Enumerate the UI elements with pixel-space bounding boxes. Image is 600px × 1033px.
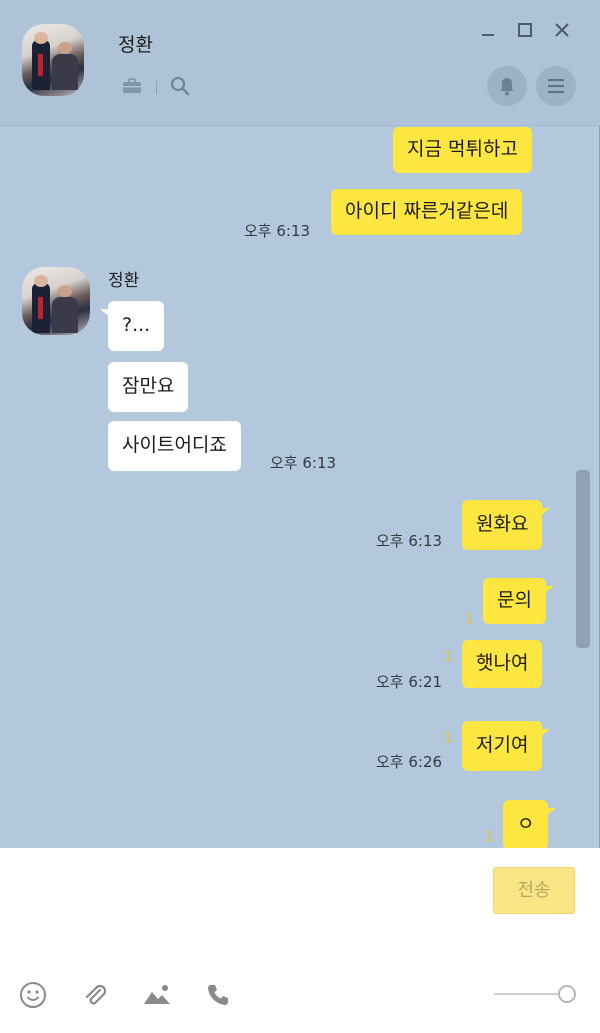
search-icon[interactable]	[168, 74, 192, 98]
their-message-bubble[interactable]: 사이트어디죠	[108, 421, 241, 471]
bell-icon[interactable]	[487, 66, 527, 106]
chat-header: 정환	[0, 0, 600, 126]
image-icon[interactable]	[142, 980, 172, 1010]
unread-count: 1	[485, 830, 494, 845]
briefcase-icon[interactable]	[120, 74, 144, 98]
unread-count: 1	[444, 650, 453, 665]
my-message-bubble[interactable]: 아이디 짜른거같은데	[331, 189, 523, 235]
contact-avatar[interactable]	[22, 24, 84, 96]
my-message-bubble[interactable]: ㅇ	[503, 800, 558, 848]
attach-icon[interactable]	[80, 980, 110, 1010]
contact-name[interactable]: 정환	[118, 30, 153, 57]
my-message-bubble[interactable]: 원화요	[462, 500, 551, 550]
header-divider	[156, 80, 157, 94]
my-message-bubble[interactable]: 지금 먹튀하고	[393, 127, 532, 173]
message-timestamp: 오후 6:13	[376, 532, 443, 550]
sender-avatar[interactable]	[22, 267, 90, 335]
message-timestamp: 오후 6:13	[270, 454, 337, 472]
message-list[interactable]: 지금 먹튀하고 아이디 짜른거같은데 오후 6:13 정환 ?... 잠만요 사…	[0, 127, 600, 848]
sender-name: 정환	[108, 271, 140, 291]
unread-count: 1	[444, 731, 453, 746]
zoom-slider-track[interactable]	[494, 993, 566, 995]
phone-icon[interactable]	[203, 980, 233, 1010]
zoom-slider-handle[interactable]	[558, 985, 576, 1003]
message-timestamp: 오후 6:13	[244, 222, 311, 240]
their-message-bubble[interactable]: ?...	[99, 301, 165, 351]
message-timestamp: 오후 6:21	[376, 673, 443, 691]
message-timestamp: 오후 6:26	[376, 753, 443, 771]
my-message-bubble[interactable]: 문의	[483, 578, 554, 624]
close-icon[interactable]	[548, 16, 576, 44]
emoji-icon[interactable]	[18, 980, 48, 1010]
message-input-area[interactable]: 전송	[0, 848, 600, 1033]
their-message-bubble[interactable]: 잠만요	[108, 362, 189, 412]
send-button[interactable]: 전송	[493, 867, 575, 914]
my-message-bubble[interactable]: 햇나여	[462, 640, 543, 688]
menu-icon[interactable]	[536, 66, 576, 106]
my-message-bubble[interactable]: 저기여	[462, 721, 551, 771]
unread-count: 1	[465, 612, 474, 627]
maximize-icon[interactable]	[511, 16, 539, 44]
chat-window: 정환 지금 먹튀하고 아이디 짜른거같은데 오후 6:13 정환 ?... 잠만…	[0, 0, 600, 1033]
scrollbar-thumb[interactable]	[576, 470, 590, 648]
minimize-icon[interactable]	[474, 16, 502, 44]
